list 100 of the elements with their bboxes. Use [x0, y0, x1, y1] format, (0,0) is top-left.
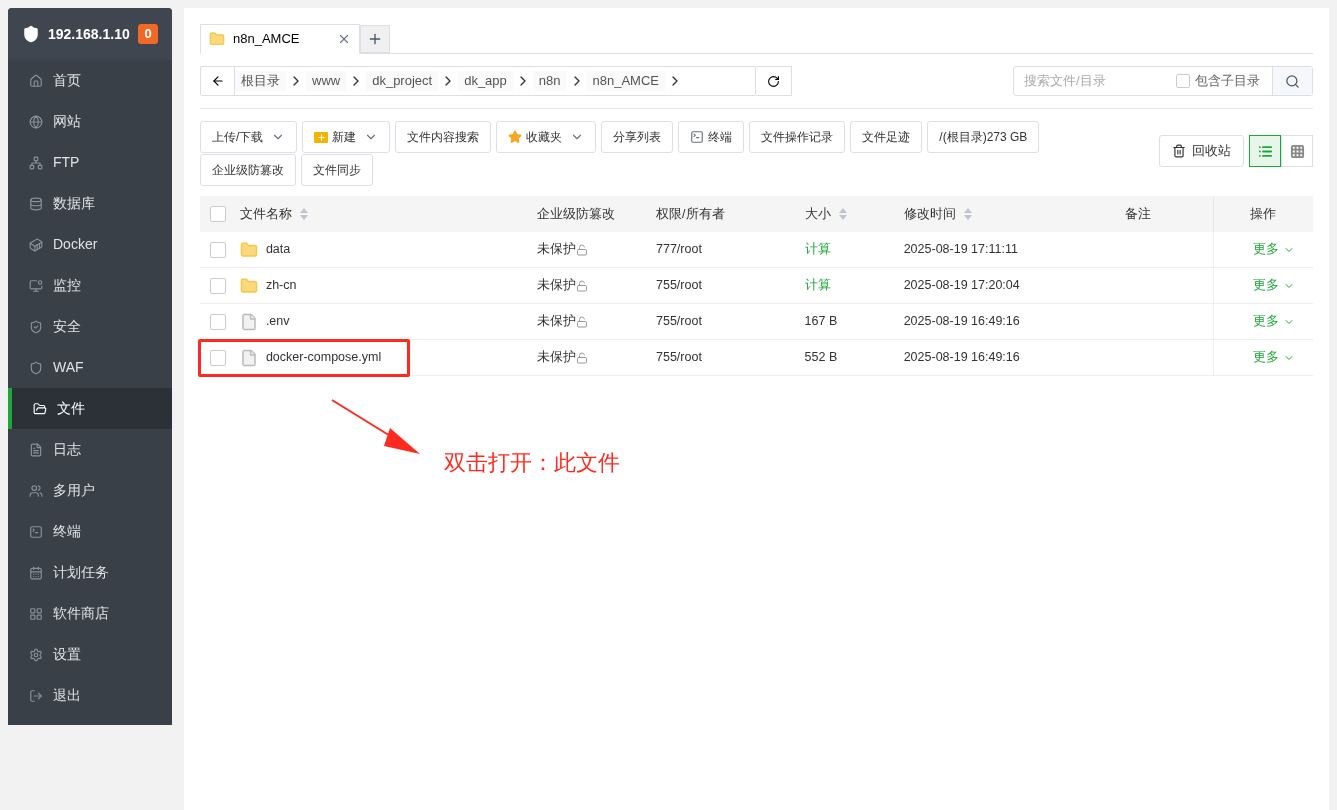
table-row[interactable]: .env 未保护 755/root 167 B 2025-08-19 16:49:16 更多 [200, 304, 1313, 340]
toolbar-button[interactable]: 分享列表 [601, 121, 674, 153]
breadcrumb-link[interactable]: 根目录 [235, 71, 286, 91]
folder-icon [209, 31, 225, 47]
row-checkbox[interactable] [210, 277, 226, 294]
sidebar-item[interactable]: FTP [8, 142, 172, 183]
document-icon [29, 442, 43, 457]
search-icon [1285, 73, 1300, 89]
sidebar-item[interactable]: 计划任务 [8, 552, 172, 593]
refresh-button[interactable] [756, 66, 792, 96]
toolbar-button[interactable]: 收藏夹 [496, 121, 597, 153]
include-subdirs-checkbox[interactable] [1176, 74, 1190, 88]
toolbar-button[interactable]: 企业级防篡改 [200, 154, 296, 186]
terminal-icon [690, 130, 705, 144]
modified-cell-text: 2025-08-19 17:11:11 [903, 241, 1019, 259]
modified-cell-text: 2025-08-19 17:20:04 [903, 277, 1021, 295]
column-header[interactable]: 备注 [1124, 204, 1151, 224]
refresh-icon [767, 74, 780, 88]
search-button[interactable] [1272, 67, 1312, 95]
toolbar-button[interactable]: /(根目录)273 GB [927, 121, 1040, 153]
sidebar-item[interactable]: 数据库 [8, 183, 172, 224]
breadcrumb-link[interactable]: www [306, 71, 347, 91]
toolbar-button[interactable]: 文件足迹 [850, 121, 923, 153]
grid-icon [1289, 143, 1305, 159]
row-checkbox[interactable] [210, 241, 226, 258]
column-header[interactable]: 文件名称 [239, 204, 308, 224]
select-all-checkbox[interactable] [210, 206, 226, 222]
calendar-icon [29, 565, 43, 580]
column-header[interactable]: 权限/所有者 [656, 204, 725, 224]
sidebar-item[interactable]: 文件 [8, 388, 172, 429]
table-row[interactable]: data 未保护 777/root 计算 2025-08-19 17:11:11 更多 [200, 232, 1313, 268]
sidebar-item[interactable]: 终端 [8, 511, 172, 552]
include-subdirs-label: 包含子目录 [1195, 72, 1260, 91]
grid-view-button[interactable] [1281, 135, 1313, 167]
file-icon [239, 348, 258, 367]
sidebar-item[interactable]: 多用户 [8, 470, 172, 511]
database-icon [29, 196, 43, 211]
column-header[interactable]: 修改时间 [903, 204, 972, 224]
folder-icon [239, 276, 258, 295]
users-icon [29, 483, 43, 498]
file-name[interactable]: .env [265, 312, 290, 331]
annotation-text: 双击打开：此文件 [444, 449, 620, 477]
shield-icon [29, 319, 43, 334]
table-row[interactable]: docker-compose.yml 未保护 755/root 552 B 2025-08-19 16:49:16 更多 [200, 340, 1313, 376]
sidebar-item[interactable]: 设置 [8, 634, 172, 675]
file-name[interactable]: data [265, 240, 291, 259]
unlock-icon [576, 279, 589, 292]
permission-cell-text: 755/root [656, 277, 703, 295]
monitor-icon [29, 278, 43, 293]
protection-status: 未保护 [537, 241, 577, 259]
breadcrumb-link[interactable]: dk_project [366, 71, 439, 91]
shield-icon [29, 360, 43, 375]
file-name[interactable]: zh-cn [265, 276, 297, 295]
sidebar-item[interactable]: 退出 [8, 675, 172, 716]
column-header[interactable]: 大小 [804, 204, 847, 224]
modified-cell-text: 2025-08-19 16:49:16 [903, 349, 1021, 367]
column-header[interactable]: 企业级防篡改 [537, 204, 616, 224]
folder-tab[interactable]: n8n_AMCE [200, 24, 360, 54]
unlock-icon [576, 315, 589, 328]
size-cell: 167 B [804, 314, 838, 329]
list-view-button[interactable] [1249, 135, 1281, 167]
folder-plus-icon [314, 131, 329, 143]
row-checkbox[interactable] [210, 349, 226, 366]
breadcrumb-link[interactable]: dk_app [458, 71, 513, 91]
search-input[interactable]: 搜索文件/目录 [1014, 71, 1176, 91]
sidebar-item[interactable]: 安全 [8, 306, 172, 347]
permission-cell-text: 755/root [656, 313, 703, 331]
sidebar-item[interactable]: 软件商店 [8, 593, 172, 634]
sidebar-item[interactable]: WAF [8, 347, 172, 388]
server-address: 192.168.1.10 [48, 24, 130, 44]
toolbar-button[interactable]: 上传/下载 [200, 121, 298, 153]
row-checkbox[interactable] [210, 313, 226, 330]
shield-icon [22, 25, 40, 43]
sort-icon [299, 208, 308, 220]
sidebar-item[interactable]: 日志 [8, 429, 172, 470]
table-row[interactable]: zh-cn 未保护 755/root 计算 2025-08-19 17:20:04 更多 [200, 268, 1313, 304]
file-icon [239, 312, 258, 331]
toolbar-button[interactable]: 新建 [302, 121, 391, 153]
container-icon [29, 237, 43, 252]
breadcrumb-link[interactable]: n8n_AMCE [586, 71, 665, 91]
sidebar-item[interactable]: 网站 [8, 101, 172, 142]
sidebar-item[interactable]: Docker [8, 224, 172, 265]
recycle-bin-button[interactable]: 回收站 [1159, 135, 1244, 167]
close-icon[interactable] [337, 32, 351, 46]
folder-icon [33, 401, 47, 416]
unlock-icon [576, 351, 589, 364]
sidebar-item[interactable]: 首页 [8, 60, 172, 101]
toolbar-button[interactable]: 终端 [678, 121, 745, 153]
sidebar-item[interactable]: 监控 [8, 265, 172, 306]
column-header[interactable]: 操作 [1250, 204, 1277, 224]
add-tab-button[interactable] [360, 25, 390, 53]
unlock-icon [576, 243, 589, 256]
file-name[interactable]: docker-compose.yml [265, 348, 382, 367]
search-field[interactable]: 搜索文件/目录 包含子目录 [1013, 66, 1313, 96]
plus-icon [367, 31, 383, 47]
size-cell: 552 B [804, 350, 838, 365]
toolbar-button[interactable]: 文件同步 [301, 154, 373, 186]
toolbar-button[interactable]: 文件操作记录 [749, 121, 846, 153]
toolbar-button[interactable]: 文件内容搜索 [395, 121, 492, 153]
breadcrumb-link[interactable]: n8n [532, 71, 567, 91]
